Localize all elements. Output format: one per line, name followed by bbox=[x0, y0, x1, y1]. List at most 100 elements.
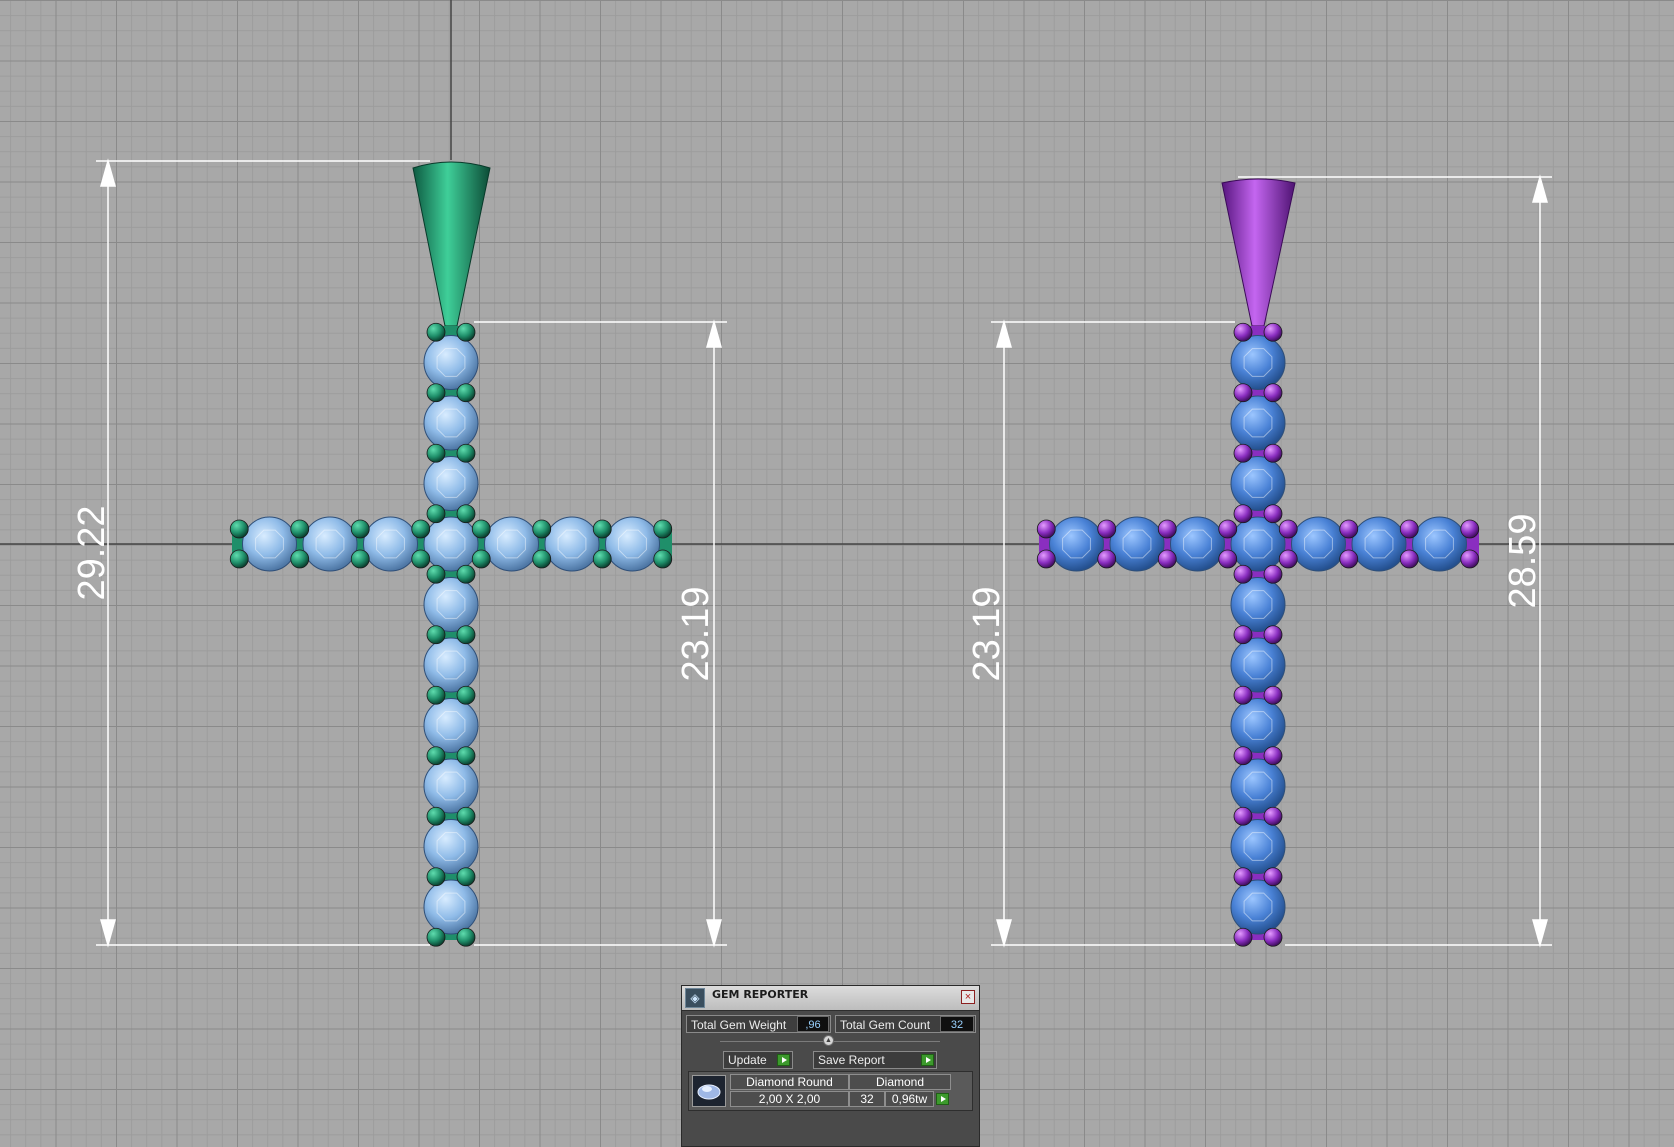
collapse-knob[interactable]: ▲ bbox=[823, 1035, 834, 1046]
prong bbox=[426, 383, 446, 403]
prong bbox=[229, 519, 249, 539]
gem bbox=[423, 698, 479, 753]
prong bbox=[1460, 519, 1480, 539]
prong bbox=[1157, 519, 1177, 539]
prong bbox=[653, 519, 673, 539]
gem-list[interactable]: Diamond Round 2,00 X 2,00 Diamond 32 0,9… bbox=[688, 1071, 973, 1111]
prong bbox=[456, 625, 476, 645]
gem bbox=[302, 516, 358, 572]
gem bbox=[1230, 335, 1286, 390]
prong bbox=[1263, 867, 1283, 887]
gem bbox=[1351, 516, 1407, 572]
prong bbox=[1233, 746, 1253, 766]
prong bbox=[1157, 549, 1177, 569]
prong bbox=[456, 746, 476, 766]
gem bbox=[484, 516, 539, 572]
panel-titlebar[interactable]: ◈ GEM REPORTER × bbox=[682, 986, 979, 1011]
row-play-icon[interactable] bbox=[936, 1093, 949, 1105]
total-gem-weight-text: Total Gem Weight bbox=[691, 1018, 787, 1032]
dimension-label-right-inner: 23.19 bbox=[966, 586, 1008, 681]
prong bbox=[426, 564, 446, 584]
cross-pendant-purple[interactable] bbox=[1036, 178, 1480, 947]
cross-pendant-green[interactable] bbox=[229, 161, 673, 947]
prong bbox=[1263, 564, 1283, 584]
total-gem-count-value: 32 bbox=[940, 1016, 974, 1032]
prong bbox=[1263, 322, 1283, 342]
gem bbox=[363, 516, 418, 572]
prong bbox=[426, 867, 446, 887]
prong bbox=[1233, 322, 1253, 342]
prong bbox=[456, 383, 476, 403]
total-gem-weight-value: ,96 bbox=[797, 1016, 829, 1032]
gem bbox=[1230, 395, 1286, 451]
prong bbox=[1263, 685, 1283, 705]
prong bbox=[350, 519, 370, 539]
gem bbox=[1230, 819, 1286, 874]
prong bbox=[426, 504, 446, 524]
gem bbox=[1230, 879, 1286, 935]
3d-viewport[interactable]: 29.22 23.19 23.19 28.59 bbox=[0, 0, 1674, 1147]
gem-weight-cell: 0,96tw bbox=[885, 1091, 934, 1107]
gem bbox=[1230, 516, 1286, 572]
bail-purple bbox=[1221, 178, 1296, 327]
gem bbox=[242, 516, 297, 572]
prong bbox=[290, 519, 310, 539]
gem bbox=[1109, 516, 1165, 572]
gem bbox=[423, 879, 479, 935]
prong bbox=[1218, 519, 1238, 539]
gem-count-cell: 32 bbox=[849, 1091, 885, 1107]
prong bbox=[350, 549, 370, 569]
prong bbox=[411, 549, 431, 569]
prong bbox=[456, 867, 476, 887]
gem bbox=[423, 516, 479, 572]
gem bbox=[1049, 516, 1104, 572]
save-report-button[interactable]: Save Report bbox=[813, 1051, 937, 1069]
gem-material-cell: Diamond bbox=[849, 1074, 951, 1090]
gem-reporter-icon: ◈ bbox=[685, 988, 705, 1008]
prong bbox=[1399, 549, 1419, 569]
prong bbox=[532, 519, 552, 539]
dimension-label-left-inner: 23.19 bbox=[675, 586, 717, 681]
prong bbox=[592, 549, 612, 569]
prong bbox=[653, 549, 673, 569]
prong bbox=[471, 519, 491, 539]
prong bbox=[1460, 549, 1480, 569]
prong bbox=[456, 564, 476, 584]
gem bbox=[423, 637, 479, 693]
prong bbox=[532, 549, 552, 569]
prong bbox=[426, 443, 446, 463]
prong bbox=[1036, 549, 1056, 569]
prong bbox=[456, 322, 476, 342]
dimension-label-left-total: 29.22 bbox=[71, 505, 113, 600]
prong bbox=[456, 927, 476, 947]
save-report-button-label: Save Report bbox=[818, 1053, 885, 1067]
prong bbox=[1233, 867, 1253, 887]
prong bbox=[229, 549, 249, 569]
play-icon bbox=[921, 1054, 934, 1066]
close-button[interactable]: × bbox=[961, 990, 975, 1004]
gem bbox=[1412, 516, 1467, 572]
bail-green bbox=[412, 161, 491, 327]
prong bbox=[1339, 549, 1359, 569]
prong bbox=[426, 625, 446, 645]
prong bbox=[1278, 519, 1298, 539]
gem-reporter-panel[interactable]: ◈ GEM REPORTER × Total Gem Weight ,96 To… bbox=[681, 985, 980, 1147]
prong bbox=[471, 549, 491, 569]
prong bbox=[1097, 519, 1117, 539]
panel-title: GEM REPORTER bbox=[712, 988, 809, 1001]
prong bbox=[1233, 625, 1253, 645]
play-icon bbox=[777, 1054, 790, 1066]
update-button[interactable]: Update bbox=[723, 1051, 793, 1069]
prong bbox=[592, 519, 612, 539]
prong bbox=[1263, 746, 1283, 766]
gem bbox=[1230, 698, 1286, 753]
prong bbox=[426, 685, 446, 705]
prong bbox=[1399, 519, 1419, 539]
gem-size-cell: 2,00 X 2,00 bbox=[730, 1091, 849, 1107]
gem bbox=[1230, 577, 1286, 632]
update-button-label: Update bbox=[728, 1053, 767, 1067]
prong bbox=[426, 806, 446, 826]
prong bbox=[1263, 927, 1283, 947]
gem bbox=[423, 577, 479, 632]
prong bbox=[456, 443, 476, 463]
